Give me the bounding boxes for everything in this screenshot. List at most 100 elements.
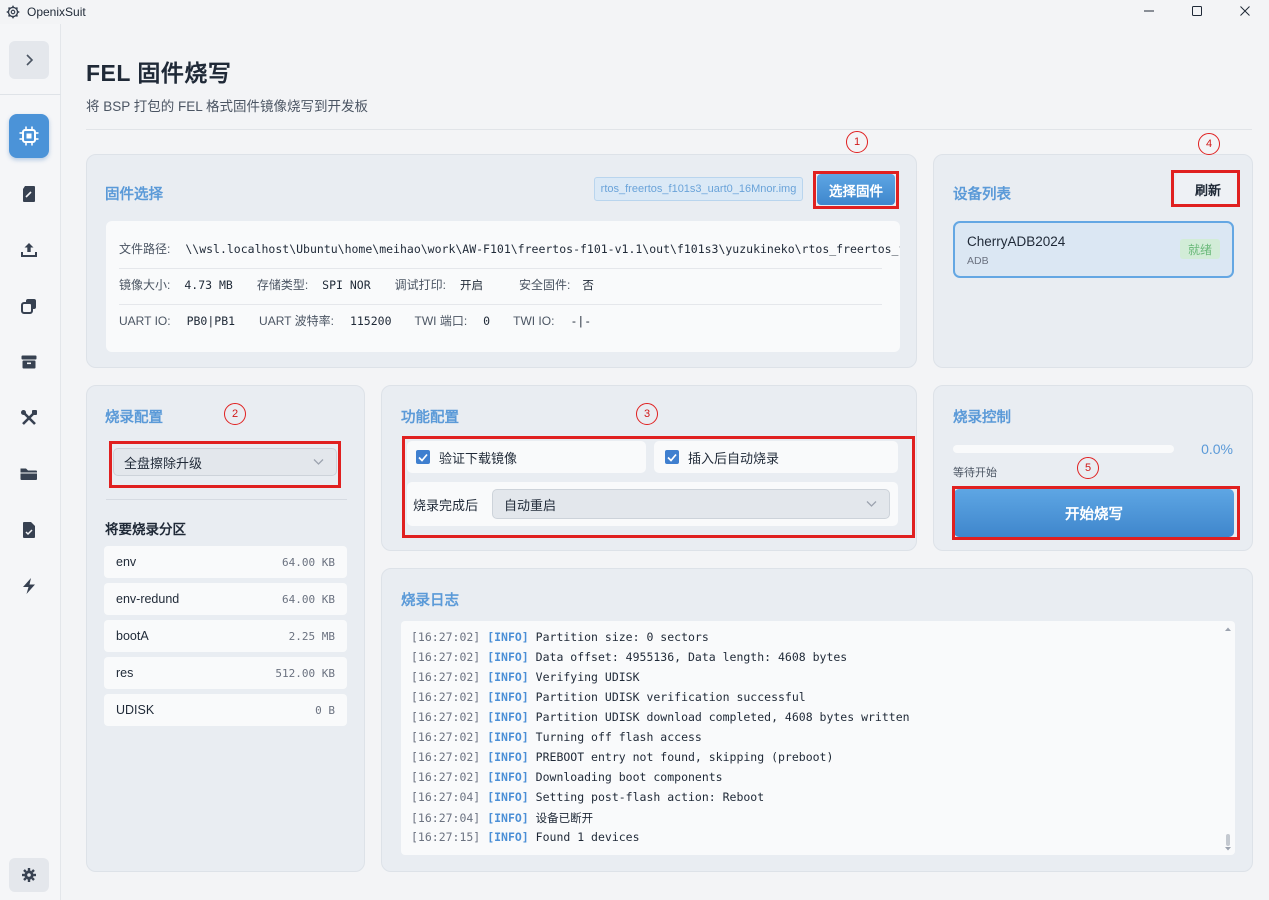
log-scrollbar[interactable] bbox=[1221, 621, 1235, 855]
baud-value: 115200 bbox=[349, 313, 392, 328]
window-title: OpenixSuit bbox=[27, 5, 86, 19]
log-line: [16:27:15] [INFO] Found 1 devices bbox=[411, 830, 640, 844]
chip-icon bbox=[19, 126, 39, 146]
uart-io-value: PB0|PB1 bbox=[186, 313, 236, 328]
lightning-icon bbox=[23, 578, 35, 594]
sidebar-item-sd-card[interactable] bbox=[9, 172, 49, 216]
tools-icon bbox=[21, 410, 37, 425]
partition-size: 512.00 KB bbox=[275, 666, 335, 680]
scroll-down-icon bbox=[1225, 847, 1231, 851]
sidebar-item-file[interactable] bbox=[9, 508, 49, 552]
firmware-info-card: 文件路径: \\wsl.localhost\Ubuntu\home\meihao… bbox=[106, 221, 900, 352]
folder-icon bbox=[20, 468, 37, 480]
app-gear-icon bbox=[6, 5, 20, 19]
size-value: 4.73 MB bbox=[184, 277, 233, 292]
log-level: [INFO] bbox=[487, 670, 529, 684]
info-divider bbox=[119, 304, 882, 305]
log-panel-title: 烧录日志 bbox=[401, 593, 459, 609]
annotation-marker: 5 bbox=[1077, 457, 1099, 479]
sidebar-toggle-button[interactable] bbox=[9, 41, 49, 79]
log-line: [16:27:02] [INFO] Partition UDISK verifi… bbox=[411, 690, 806, 704]
sidebar-item-fel-flash[interactable] bbox=[9, 114, 49, 158]
upload-icon bbox=[21, 243, 37, 257]
uart-io-label: UART IO: bbox=[119, 313, 171, 328]
log-message: Partition UDISK download completed, 4608… bbox=[535, 710, 910, 724]
sidebar-item-archive[interactable] bbox=[9, 340, 49, 384]
secure-label: 安全固件: bbox=[518, 278, 571, 292]
device-card[interactable]: CherryADB2024 ADB 就绪 bbox=[953, 221, 1234, 278]
debug-label: 调试打印: bbox=[394, 278, 446, 292]
twi-port-label: TWI 端口: bbox=[414, 314, 468, 328]
file-icon bbox=[23, 522, 35, 538]
firmware-image-row: 镜像大小: 4.73 MB 存储类型: SPI NOR 调试打印: 开启 安全固… bbox=[119, 276, 882, 293]
log-level: [INFO] bbox=[487, 750, 529, 764]
scroll-up-icon bbox=[1225, 627, 1231, 631]
log-timestamp: [16:27:04] bbox=[411, 811, 481, 825]
highlight-box-function-config bbox=[402, 436, 915, 538]
log-message: Downloading boot components bbox=[535, 770, 723, 784]
log-timestamp: [16:27:04] bbox=[411, 790, 481, 804]
log-level: [INFO] bbox=[487, 710, 529, 724]
section-divider bbox=[106, 499, 347, 500]
copy-icon bbox=[21, 299, 36, 314]
log-line: [16:27:02] [INFO] Downloading boot compo… bbox=[411, 770, 723, 784]
firmware-panel-title: 固件选择 bbox=[105, 187, 163, 203]
firmware-uart-row: UART IO: PB0|PB1 UART 波特率: 115200 TWI 端口… bbox=[119, 312, 882, 329]
log-line: [16:27:02] [INFO] Partition size: 0 sect… bbox=[411, 630, 709, 644]
log-timestamp: [16:27:02] bbox=[411, 770, 481, 784]
minimize-button[interactable] bbox=[1125, 0, 1173, 22]
sidebar-item-upload[interactable] bbox=[9, 228, 49, 272]
log-level: [INFO] bbox=[487, 790, 529, 804]
sidebar-item-copy[interactable] bbox=[9, 284, 49, 328]
storage-label: 存储类型: bbox=[256, 278, 309, 292]
header-divider bbox=[86, 129, 1252, 130]
log-level: [INFO] bbox=[487, 770, 529, 784]
device-panel: 设备列表 刷新 CherryADB2024 ADB 就绪 bbox=[933, 154, 1253, 368]
partition-name: env bbox=[116, 555, 137, 569]
log-level: [INFO] bbox=[487, 650, 529, 664]
log-level: [INFO] bbox=[487, 830, 529, 844]
log-message: Partition size: 0 sectors bbox=[535, 630, 709, 644]
sidebar-item-tools[interactable] bbox=[9, 396, 49, 440]
storage-value: SPI NOR bbox=[322, 277, 371, 292]
log-timestamp: [16:27:02] bbox=[411, 630, 481, 644]
highlight-box-refresh bbox=[1171, 170, 1240, 207]
size-label: 镜像大小: bbox=[119, 278, 171, 292]
device-type: ADB bbox=[967, 255, 989, 267]
annotation-marker: 2 bbox=[224, 403, 246, 425]
progress-bar bbox=[953, 445, 1174, 453]
log-timestamp: [16:27:02] bbox=[411, 670, 481, 684]
twi-port-value: 0 bbox=[483, 313, 491, 328]
log-line: [16:27:02] [INFO] Turning off flash acce… bbox=[411, 730, 702, 744]
log-line: [16:27:04] [INFO] 设备已断开 bbox=[411, 810, 593, 826]
log-timestamp: [16:27:02] bbox=[411, 690, 481, 704]
annotation-marker: 3 bbox=[636, 403, 658, 425]
maximize-button[interactable] bbox=[1173, 0, 1221, 22]
log-line: [16:27:02] [INFO] Data offset: 4955136, … bbox=[411, 650, 847, 664]
close-button[interactable] bbox=[1221, 0, 1269, 22]
minimize-icon bbox=[1144, 10, 1154, 12]
log-message: Data offset: 4955136, Data length: 4608 … bbox=[535, 650, 848, 664]
twi-io-value: -|- bbox=[570, 313, 592, 328]
partition-row: env-redund 64.00 KB bbox=[104, 583, 347, 615]
sidebar-item-lightning[interactable] bbox=[9, 564, 49, 608]
baud-label: UART 波特率: bbox=[259, 314, 334, 328]
log-line: [16:27:02] [INFO] Partition UDISK downlo… bbox=[411, 710, 910, 724]
page-subtitle: 将 BSP 打包的 FEL 格式固件镜像烧写到开发板 bbox=[86, 99, 369, 114]
gear-icon bbox=[22, 868, 36, 882]
firmware-path-row: 文件路径: \\wsl.localhost\Ubuntu\home\meihao… bbox=[119, 240, 900, 257]
info-divider bbox=[119, 268, 882, 269]
log-message: PREBOOT entry not found, skipping (prebo… bbox=[535, 750, 834, 764]
highlight-box-flash-mode bbox=[109, 441, 341, 488]
path-label: 文件路径: bbox=[119, 242, 171, 256]
log-level: [INFO] bbox=[487, 730, 529, 744]
twi-io-label: TWI IO: bbox=[513, 313, 555, 328]
log-line: [16:27:04] [INFO] Setting post-flash act… bbox=[411, 790, 764, 804]
log-message: Partition UDISK verification successful bbox=[535, 690, 806, 704]
log-message: Setting post-flash action: Reboot bbox=[535, 790, 765, 804]
sidebar-item-folder[interactable] bbox=[9, 452, 49, 496]
status-badge: 就绪 bbox=[1180, 239, 1220, 259]
log-output[interactable]: [16:27:02] [INFO] Partition size: 0 sect… bbox=[401, 621, 1235, 855]
settings-button[interactable] bbox=[9, 858, 49, 892]
log-timestamp: [16:27:02] bbox=[411, 710, 481, 724]
